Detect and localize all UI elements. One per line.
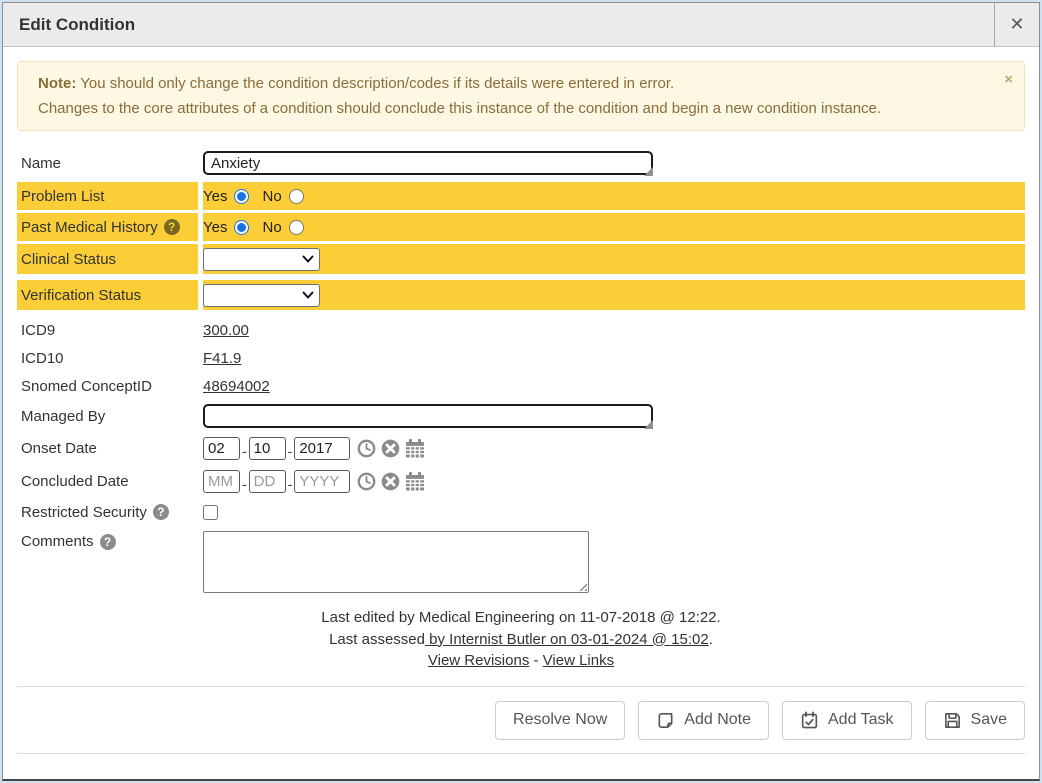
verification-status-row: Verification Status xyxy=(17,280,1025,310)
icd10-row: ICD10 F41.9 xyxy=(17,346,1025,371)
resize-grip-icon[interactable] xyxy=(644,167,653,176)
task-calendar-icon xyxy=(800,711,819,730)
concluded-year-input[interactable] xyxy=(294,470,350,493)
verification-status-label: Verification Status xyxy=(21,287,141,304)
concluded-calendar-button[interactable] xyxy=(405,472,425,491)
last-assessed-text: Last assessed by Internist Butler on 03-… xyxy=(17,629,1025,651)
view-revisions-link[interactable]: View Revisions xyxy=(428,652,529,669)
verification-status-select[interactable] xyxy=(203,284,320,307)
note-dismiss-button[interactable]: × xyxy=(1004,71,1013,88)
past-medical-history-label: Past Medical History xyxy=(21,219,158,236)
save-button[interactable]: Save xyxy=(925,701,1025,740)
name-row: Name xyxy=(17,148,1025,178)
icd9-row: ICD9 300.00 xyxy=(17,318,1025,343)
onset-month-input[interactable] xyxy=(203,437,240,460)
dismiss-icon: × xyxy=(1004,71,1013,88)
pmh-yes-label: Yes xyxy=(203,219,227,236)
concluded-date-row: Concluded Date - - xyxy=(17,466,1025,496)
note-icon xyxy=(656,711,675,730)
last-edited-text: Last edited by Medical Engineering on 11… xyxy=(17,607,1025,629)
clock-icon xyxy=(357,439,376,458)
restricted-security-row: Restricted Security ? xyxy=(17,499,1025,525)
note-line-2: Changes to the core attributes of a cond… xyxy=(38,96,984,121)
onset-day-input[interactable] xyxy=(249,437,286,460)
divider xyxy=(17,753,1025,754)
view-links-link[interactable]: View Links xyxy=(543,652,614,669)
comments-row: Comments ? xyxy=(17,529,1025,595)
help-icon[interactable]: ? xyxy=(164,219,180,235)
onset-clear-button[interactable] xyxy=(381,439,400,458)
past-medical-history-row: Past Medical History ? Yes No xyxy=(17,213,1025,241)
date-separator: - xyxy=(288,443,293,459)
onset-year-input[interactable] xyxy=(294,437,350,460)
managed-by-input[interactable] xyxy=(203,404,653,428)
pmh-no-radio[interactable] xyxy=(289,220,304,235)
edit-condition-form: Name Problem List Yes No xyxy=(17,148,1025,595)
view-links-line: View Revisions - View Links xyxy=(17,650,1025,672)
add-note-button[interactable]: Add Note xyxy=(638,701,769,740)
action-buttons: Resolve Now Add Note Add Task Save xyxy=(17,687,1025,753)
restricted-security-label: Restricted Security xyxy=(21,504,147,521)
add-task-button[interactable]: Add Task xyxy=(782,701,912,740)
calendar-icon xyxy=(405,472,425,491)
note-line-1: Note: You should only change the conditi… xyxy=(38,71,984,96)
onset-date-label: Onset Date xyxy=(21,440,97,457)
date-separator: - xyxy=(242,476,247,492)
clinical-status-select[interactable] xyxy=(203,248,320,271)
last-assessed-link[interactable]: by Internist Butler on 03-01-2024 @ 15:0… xyxy=(425,631,709,648)
comments-label: Comments xyxy=(21,533,94,550)
problem-list-no-label: No xyxy=(262,188,281,205)
concluded-clear-button[interactable] xyxy=(381,472,400,491)
dialog-close-button[interactable]: ✕ xyxy=(994,3,1039,46)
snomed-code-link[interactable]: 48694002 xyxy=(203,378,270,395)
calendar-icon xyxy=(405,439,425,458)
concluded-time-button[interactable] xyxy=(357,472,376,491)
audit-info: Last edited by Medical Engineering on 11… xyxy=(17,607,1025,672)
close-icon: ✕ xyxy=(1009,14,1024,34)
clear-circle-icon xyxy=(381,439,400,458)
edit-condition-dialog: Edit Condition ✕ × Note: You should only… xyxy=(2,2,1040,781)
dialog-header: Edit Condition ✕ xyxy=(3,3,1039,47)
date-separator: - xyxy=(288,476,293,492)
problem-list-row: Problem List Yes No xyxy=(17,182,1025,210)
note-banner: × Note: You should only change the condi… xyxy=(17,61,1025,131)
help-icon[interactable]: ? xyxy=(153,504,169,520)
onset-date-row: Onset Date - - xyxy=(17,433,1025,463)
onset-time-button[interactable] xyxy=(357,439,376,458)
managed-by-row: Managed By xyxy=(17,402,1025,430)
problem-list-yes-label: Yes xyxy=(203,188,227,205)
clinical-status-row: Clinical Status xyxy=(17,244,1025,274)
dialog-body: × Note: You should only change the condi… xyxy=(3,47,1039,768)
icd10-code-link[interactable]: F41.9 xyxy=(203,350,241,367)
resolve-now-button[interactable]: Resolve Now xyxy=(495,701,625,740)
clear-circle-icon xyxy=(381,472,400,491)
note-prefix: Note: xyxy=(38,75,76,92)
date-separator: - xyxy=(242,443,247,459)
restricted-security-checkbox[interactable] xyxy=(203,505,218,520)
concluded-date-label: Concluded Date xyxy=(21,473,129,490)
snomed-row: Snomed ConceptID 48694002 xyxy=(17,374,1025,399)
save-floppy-icon xyxy=(943,711,962,730)
pmh-no-label: No xyxy=(262,219,281,236)
name-label: Name xyxy=(21,155,61,172)
concluded-day-input[interactable] xyxy=(249,470,286,493)
help-icon[interactable]: ? xyxy=(100,534,116,550)
snomed-label: Snomed ConceptID xyxy=(21,378,152,395)
concluded-month-input[interactable] xyxy=(203,470,240,493)
icd9-label: ICD9 xyxy=(21,322,55,339)
comments-textarea[interactable] xyxy=(203,531,589,593)
condition-name-input[interactable] xyxy=(203,151,653,175)
dialog-title: Edit Condition xyxy=(3,3,135,46)
problem-list-label: Problem List xyxy=(21,188,104,205)
icd9-code-link[interactable]: 300.00 xyxy=(203,322,249,339)
problem-list-yes-radio[interactable] xyxy=(234,189,249,204)
managed-by-label: Managed By xyxy=(21,408,105,425)
resize-grip-icon[interactable] xyxy=(644,420,653,429)
onset-calendar-button[interactable] xyxy=(405,439,425,458)
pmh-yes-radio[interactable] xyxy=(234,220,249,235)
icd10-label: ICD10 xyxy=(21,350,64,367)
clinical-status-label: Clinical Status xyxy=(21,251,116,268)
problem-list-no-radio[interactable] xyxy=(289,189,304,204)
clock-icon xyxy=(357,472,376,491)
